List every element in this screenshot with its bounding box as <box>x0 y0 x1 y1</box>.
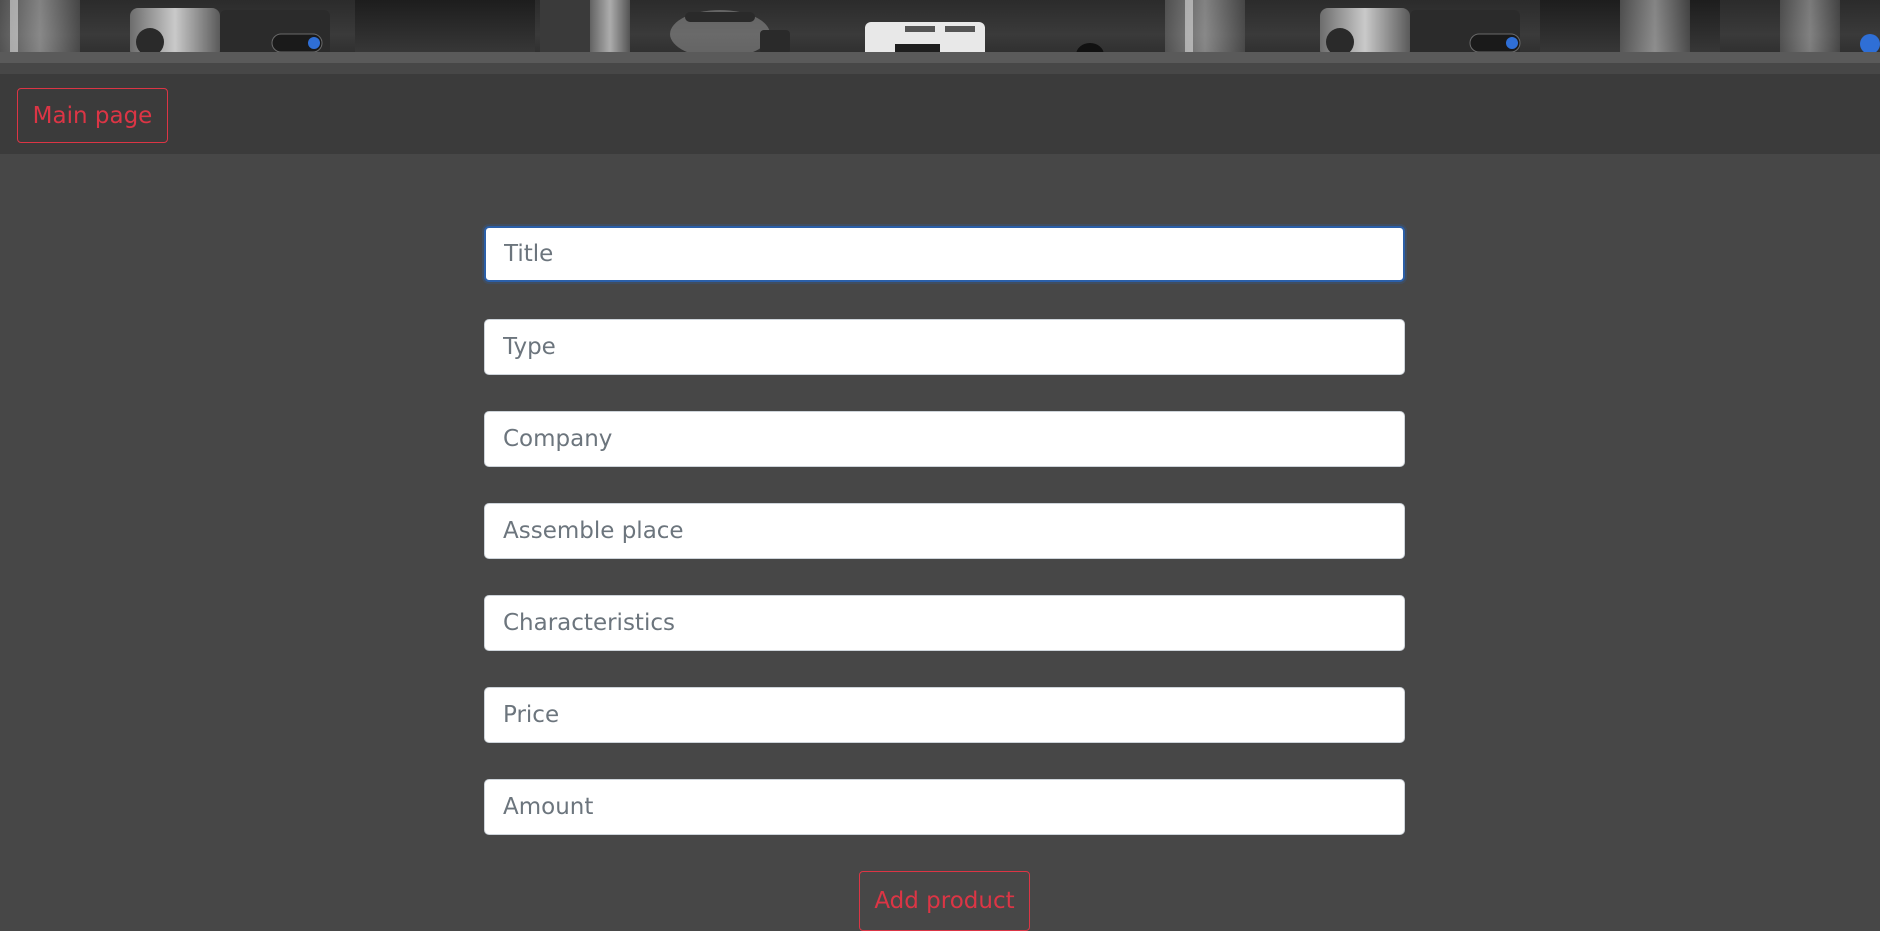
amount-input[interactable] <box>484 779 1405 835</box>
assemble-place-input[interactable] <box>484 503 1405 559</box>
appliances-photo <box>0 0 1880 63</box>
price-input[interactable] <box>484 687 1405 743</box>
navbar <box>0 74 1880 154</box>
add-product-button[interactable]: Add product <box>859 871 1030 931</box>
header-banner-image <box>0 0 1880 63</box>
company-input[interactable] <box>484 411 1405 467</box>
type-input[interactable] <box>484 319 1405 375</box>
main-page-button[interactable]: Main page <box>17 88 168 143</box>
title-input[interactable] <box>484 226 1405 282</box>
characteristics-input[interactable] <box>484 595 1405 651</box>
